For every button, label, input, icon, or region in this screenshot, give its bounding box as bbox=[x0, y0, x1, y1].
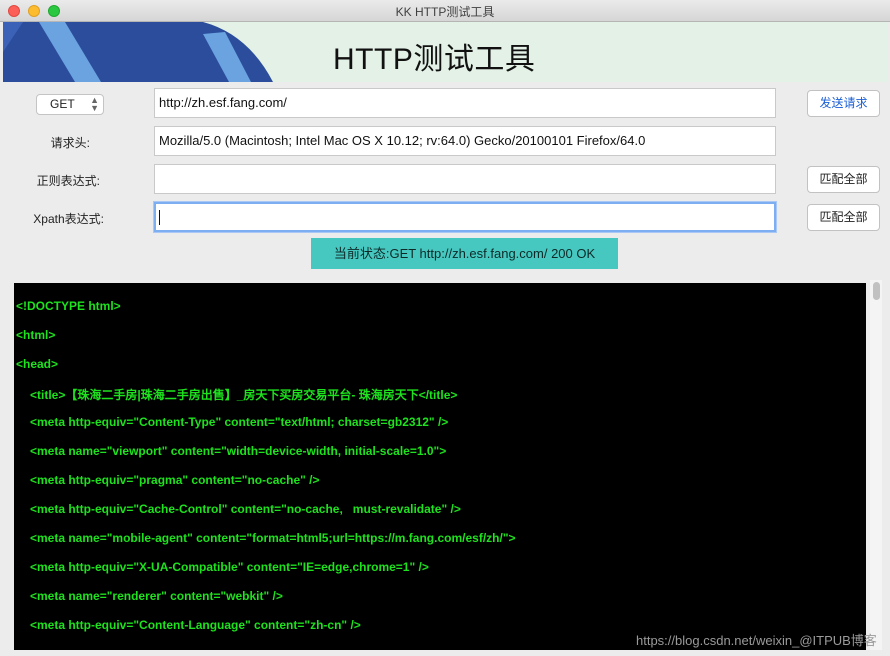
output-line: <meta name="mobile-agent" content="forma… bbox=[30, 531, 516, 545]
banner-decoration-icon bbox=[3, 22, 273, 82]
url-input-value: http://zh.esf.fang.com/ bbox=[159, 95, 287, 110]
window-titlebar: KK HTTP测试工具 bbox=[0, 0, 890, 22]
header-banner: HTTP测试工具 bbox=[3, 22, 887, 82]
regex-match-all-button[interactable]: 匹配全部 bbox=[807, 166, 880, 193]
output-line: <html> bbox=[16, 328, 56, 342]
output-line: <head> bbox=[16, 357, 59, 371]
output-line: <meta http-equiv="X-UA-Compatible" conte… bbox=[30, 560, 429, 574]
http-method-select[interactable]: GET ▲ ▼ bbox=[36, 94, 104, 115]
output-line: <meta http-equiv="pragma" content="no-ca… bbox=[30, 473, 320, 487]
http-method-value: GET bbox=[50, 97, 75, 111]
status-badge: 当前状态:GET http://zh.esf.fang.com/ 200 OK bbox=[311, 238, 618, 269]
output-line: <meta http-equiv="Content-Type" content=… bbox=[30, 415, 449, 429]
headers-label: 请求头: bbox=[50, 136, 90, 150]
chevron-updown-icon: ▲ ▼ bbox=[90, 95, 99, 113]
headers-input-value: Mozilla/5.0 (Macintosh; Intel Mac OS X 1… bbox=[159, 133, 646, 148]
response-output[interactable]: <!DOCTYPE html> <html> <head> <title>【珠海二手房… bbox=[14, 283, 866, 650]
xpath-match-all-button[interactable]: 匹配全部 bbox=[807, 204, 880, 231]
window-title: KK HTTP测试工具 bbox=[395, 5, 495, 19]
output-line: <meta http-equiv="Cache-Control" content… bbox=[30, 502, 461, 516]
output-line: <meta http-equiv="Content-Language" cont… bbox=[30, 618, 361, 632]
scrollbar-thumb[interactable] bbox=[873, 282, 880, 300]
regex-input[interactable] bbox=[154, 164, 776, 194]
text-caret bbox=[159, 210, 160, 226]
output-line: <meta name="renderer" content="webkit" /… bbox=[30, 589, 283, 603]
output-line: <title>【珠海二手房|珠海二手房出售】_房天下买房交易平台- 珠海房天下<… bbox=[30, 388, 458, 402]
regex-label: 正则表达式: bbox=[36, 174, 100, 188]
app-heading: HTTP测试工具 bbox=[333, 43, 536, 76]
watermark-text: https://blog.csdn.net/weixin_@ITPUB博客 bbox=[636, 633, 877, 648]
output-scrollbar[interactable] bbox=[870, 280, 882, 650]
xpath-label: Xpath表达式: bbox=[33, 212, 104, 226]
url-input[interactable]: http://zh.esf.fang.com/ bbox=[154, 88, 776, 118]
headers-input[interactable]: Mozilla/5.0 (Macintosh; Intel Mac OS X 1… bbox=[154, 126, 776, 156]
output-line: <meta name="viewport" content="width=dev… bbox=[30, 444, 447, 458]
send-request-button[interactable]: 发送请求 bbox=[807, 90, 880, 117]
output-line: <!DOCTYPE html> bbox=[16, 299, 121, 313]
xpath-input[interactable] bbox=[154, 202, 776, 232]
